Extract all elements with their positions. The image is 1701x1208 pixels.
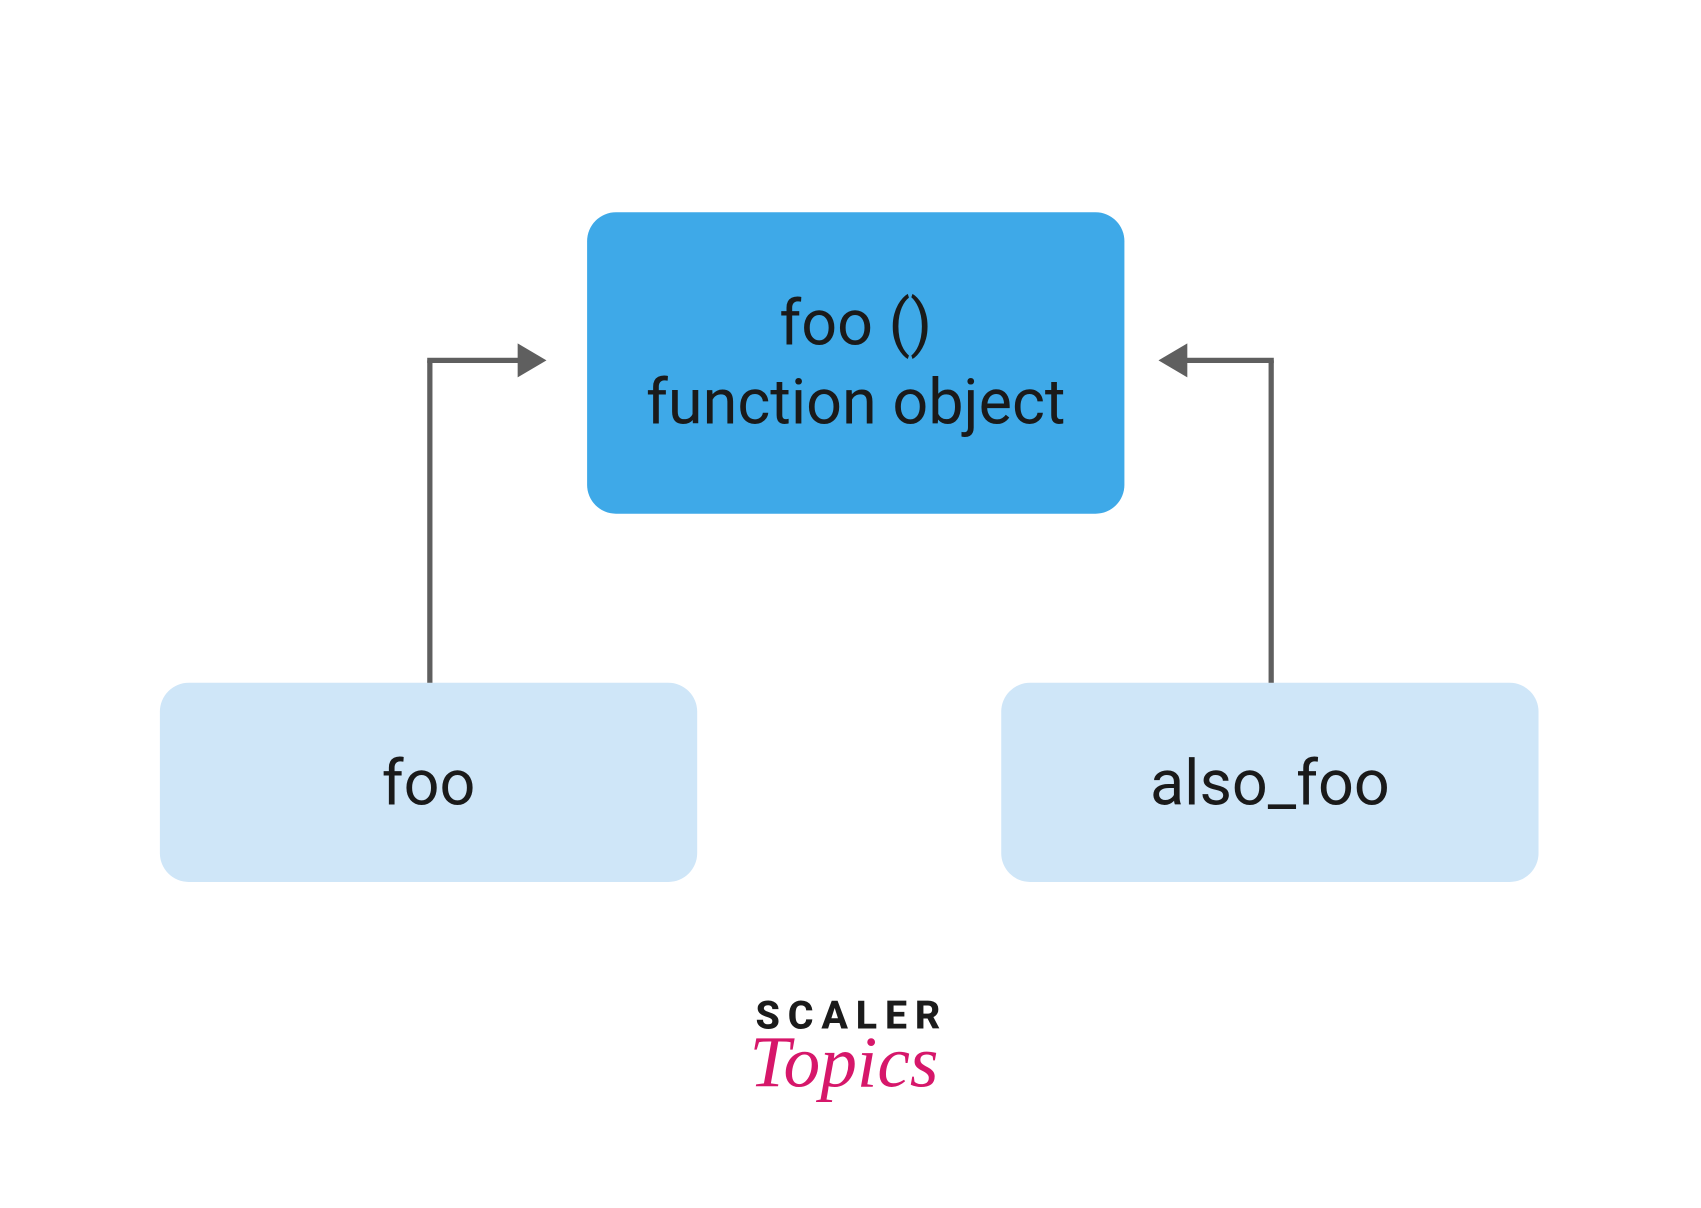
left-arrow-horizontal [427,358,521,363]
function-object-box: foo () function object [587,212,1124,513]
foo-reference-box: foo [160,683,697,882]
brand-topics-text: Topics [739,1021,949,1105]
right-arrow-horizontal [1185,358,1274,363]
right-arrow-vertical [1269,360,1274,682]
right-arrow-head-icon [1158,343,1187,377]
also-foo-reference-box: also_foo [1001,683,1538,882]
also-foo-label: also_foo [1150,745,1390,820]
function-object-line2: function object [646,363,1065,442]
function-object-line1: foo () [779,284,932,363]
left-arrow-head-icon [518,343,547,377]
foo-label: foo [382,745,476,820]
brand-logo: SCALER Topics [747,993,957,1104]
left-arrow-vertical [427,360,432,682]
